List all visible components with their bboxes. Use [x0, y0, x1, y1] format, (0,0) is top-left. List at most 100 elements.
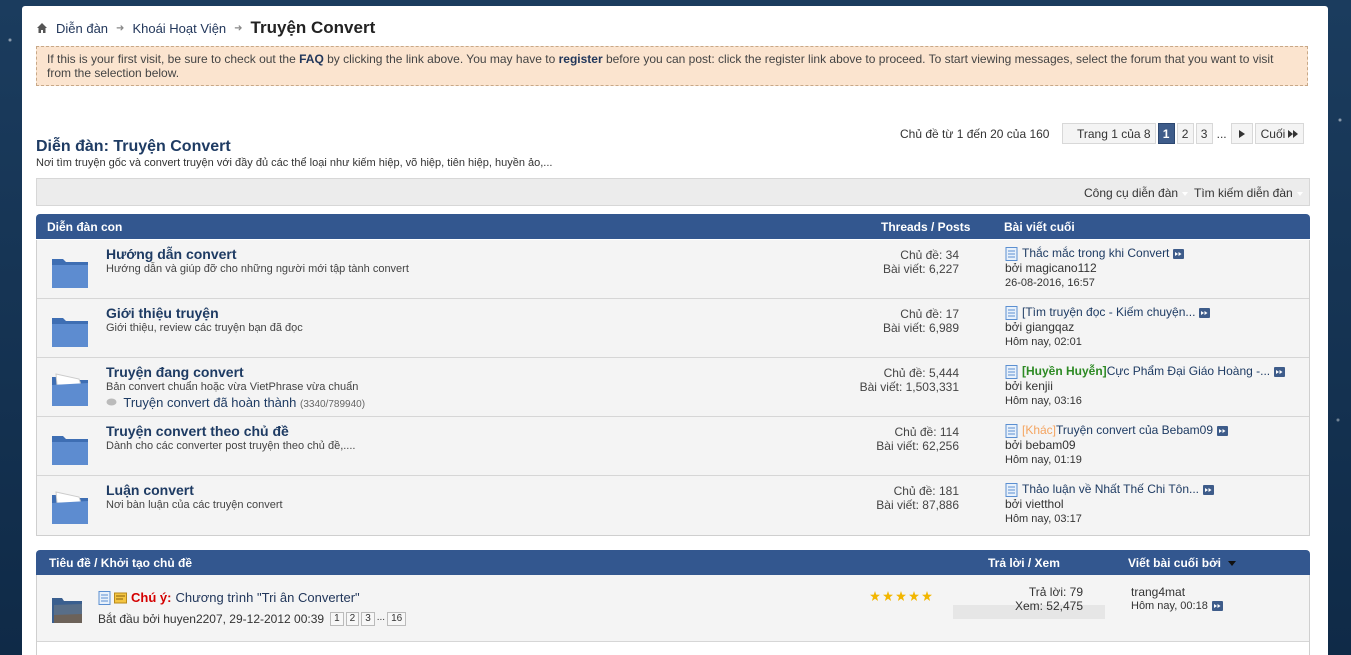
subforum-title[interactable]: Hướng dẫn convert [106, 246, 237, 262]
last-post-author[interactable]: bởi kenjii [1005, 379, 1305, 394]
subforum-row: Giới thiệu truyện Giới thiệu, review các… [37, 299, 1309, 358]
breadcrumb-current: Truyện Convert [250, 18, 376, 37]
sticky-label: Chú ý: [131, 590, 172, 605]
document-icon [1005, 482, 1018, 497]
pagination-info: Chủ đề từ 1 đến 20 của 160 [900, 127, 1050, 141]
thread-page-last[interactable]: 16 [387, 612, 407, 626]
subforums-col-stats: Threads / Posts [881, 220, 971, 234]
last-post-title[interactable]: Thắc mắc trong khi Convert [1022, 246, 1169, 261]
last-post-date: Hôm nay, 03:17 [1005, 513, 1082, 525]
last-page-button[interactable]: Cuối [1254, 123, 1305, 144]
page-3-button[interactable]: 3 [1195, 123, 1213, 144]
forum-tools-menu[interactable]: Công cụ diễn đàn [1084, 186, 1188, 200]
go-to-last-post-icon[interactable] [1274, 366, 1286, 377]
thread-count: Chủ đề: 5,444 [883, 366, 959, 380]
last-post-date: Hôm nay, 02:01 [1005, 336, 1082, 348]
star-icon [883, 591, 893, 601]
last-post-title[interactable]: Truyện convert của Bebam09 [1056, 423, 1213, 438]
threads-col-title[interactable]: Tiêu đề / Khởi tạo chủ đề [49, 556, 192, 570]
star-icon [909, 591, 919, 601]
subforum-title[interactable]: Luận convert [106, 482, 194, 498]
breadcrumb-link-section[interactable]: Khoái Hoạt Viện [132, 21, 226, 36]
sort-descending-icon[interactable] [1228, 561, 1236, 566]
page-2-button[interactable]: 2 [1176, 123, 1194, 144]
subforum-title[interactable]: Truyện đang convert [106, 364, 244, 380]
next-page-button[interactable] [1230, 123, 1253, 144]
document-icon [1005, 364, 1018, 379]
sub-subforum-link[interactable]: Truyện convert đã hoàn thành [123, 395, 296, 410]
forum-title: Diễn đàn: Truyện Convert [36, 138, 231, 155]
breadcrumb: Diễn đàn ➜ Khoái Hoạt Viện ➜ Truyện Conv… [36, 18, 375, 38]
forum-folder-icon[interactable] [51, 430, 89, 466]
last-post-author[interactable]: bởi giangqaz [1005, 320, 1305, 335]
search-forum-menu[interactable]: Tìm kiếm diễn đàn [1194, 186, 1303, 200]
notice-text: by clicking the link above. You may have… [323, 52, 559, 66]
home-icon[interactable] [36, 22, 48, 34]
go-to-last-post-icon[interactable] [1173, 248, 1185, 259]
forum-folder-icon[interactable] [51, 312, 89, 348]
subforum-stats: Chủ đề: 5,444 Bài viết: 1,503,331 [860, 366, 959, 394]
arrow-separator-icon: ➜ [234, 22, 243, 34]
thread-stats: Trả lời: 79 Xem: 52,475 [1015, 585, 1083, 613]
thread-count: Chủ đề: 17 [900, 307, 959, 321]
go-to-last-post-icon[interactable] [1217, 425, 1229, 436]
threads-col-lastpost[interactable]: Viết bài cuối bởi [1128, 556, 1221, 570]
last-post-title[interactable]: Thảo luận về Nhất Thế Chi Tôn... [1022, 482, 1199, 497]
star-icon [870, 591, 880, 601]
subforum-description: Bản convert chuẩn hoặc vừa VietPhrase vừ… [106, 381, 359, 393]
last-post-date: Hôm nay, 01:19 [1005, 454, 1082, 466]
last-post-author[interactable]: bởi vietthol [1005, 497, 1305, 512]
last-page-label: Cuối [1260, 126, 1286, 141]
page: Diễn đàn ➜ Khoái Hoạt Viện ➜ Truyện Conv… [22, 6, 1328, 655]
register-link[interactable]: register [559, 52, 603, 66]
thread-rating [870, 591, 932, 601]
forum-folder-icon[interactable] [51, 253, 89, 289]
subforum-description: Giới thiệu, review các truyện bạn đã đọc [106, 322, 303, 334]
thread-prefix: [Khác] [1022, 423, 1057, 437]
forum-folder-open-icon[interactable] [51, 489, 89, 525]
subforum-stats: Chủ đề: 181 Bài viết: 87,886 [876, 484, 959, 512]
subforum-row: Truyện đang convert Bản convert chuẩn ho… [37, 358, 1309, 417]
first-visit-notice: If this is your first visit, be sure to … [36, 46, 1308, 86]
threads-col-stats[interactable]: Trả lời / Xem [988, 556, 1060, 570]
subforum-list: Hướng dẫn convert Hướng dẫn và giúp đỡ c… [36, 240, 1310, 536]
breadcrumb-link-forum[interactable]: Diễn đàn [56, 21, 108, 36]
page-1-button[interactable]: 1 [1157, 123, 1175, 144]
subforum-stats: Chủ đề: 114 Bài viết: 62,256 [876, 425, 959, 453]
thread-meta: Bắt đầu bởi huyen2207, 29-12-2012 00:39 … [98, 612, 407, 626]
view-count: Xem: 52,475 [1014, 599, 1083, 613]
subforums-col-title: Diễn đàn con [47, 220, 123, 234]
last-post-user[interactable]: trang4mat [1131, 585, 1223, 599]
faq-link[interactable]: FAQ [299, 52, 324, 66]
go-to-last-post-icon[interactable] [1199, 307, 1211, 318]
subforum-title[interactable]: Truyện convert theo chủ đề [106, 423, 289, 439]
forum-folder-open-icon[interactable] [51, 371, 89, 407]
thread-page-dots: ... [376, 612, 386, 623]
thread-starter[interactable]: Bắt đầu bởi huyen2207, 29-12-2012 00:39 [98, 612, 324, 626]
thread-title[interactable]: Chương trình "Tri ân Converter" [175, 590, 359, 605]
speech-bubble-icon [106, 398, 117, 406]
thread-row [37, 642, 1309, 655]
sticky-note-icon [114, 592, 127, 603]
thread-count: Chủ đề: 114 [894, 425, 960, 439]
last-post-title[interactable]: [Tìm truyện đọc - Kiếm chuyện... [1022, 305, 1195, 320]
last-post: Thắc mắc trong khi Convert bởi magicano1… [1005, 246, 1305, 291]
go-to-last-post-icon[interactable] [1211, 601, 1223, 611]
go-to-last-post-icon[interactable] [1203, 484, 1214, 495]
thread-folder-icon [52, 598, 82, 623]
last-post-author[interactable]: bởi bebam09 [1005, 438, 1305, 453]
sub-subforum-count: (3340/789940) [299, 399, 366, 410]
subforum-row: Hướng dẫn convert Hướng dẫn và giúp đỡ c… [37, 240, 1309, 299]
subforums-col-lastpost: Bài viết cuối [1004, 220, 1075, 234]
thread-page-2[interactable]: 2 [345, 612, 360, 626]
thread-row: Chú ý: Chương trình "Tri ân Converter" B… [37, 575, 1309, 642]
subforum-description: Nơi bàn luận của các truyện convert [106, 499, 283, 511]
page-of-button[interactable]: Trang 1 của 8 [1062, 123, 1156, 144]
last-post-author[interactable]: bởi magicano112 [1005, 261, 1305, 276]
thread-page-1[interactable]: 1 [330, 612, 344, 626]
last-post-title[interactable]: Cực Phẩm Đại Giáo Hoàng -... [1107, 364, 1270, 379]
reply-count: Trả lời: 79 [1028, 585, 1083, 599]
subforum-title[interactable]: Giới thiệu truyện [106, 305, 219, 321]
thread-page-3[interactable]: 3 [361, 612, 375, 626]
last-post-date: Hôm nay, 00:18 [1131, 600, 1208, 612]
